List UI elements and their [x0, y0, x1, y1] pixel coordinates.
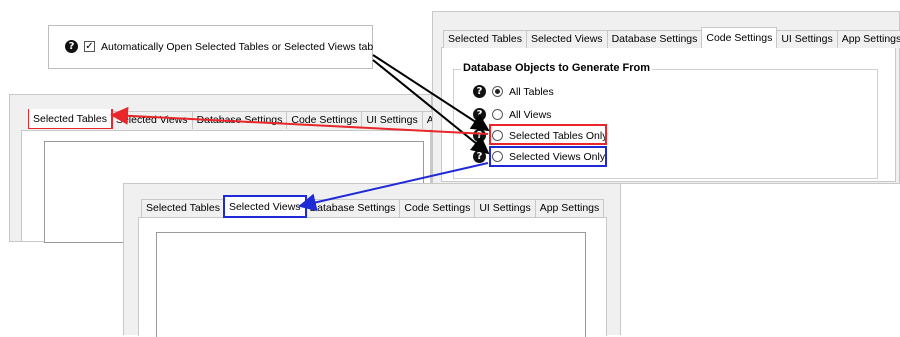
option-label: All Views: [509, 108, 552, 121]
tab-ui-settings[interactable]: UI Settings: [361, 111, 423, 129]
selected-views-body: [138, 217, 607, 337]
help-icon[interactable]: ?: [473, 150, 486, 163]
auto-open-checkbox[interactable]: ✓: [84, 41, 95, 52]
selected-views-panel: Selected Tables Selected Views Database …: [123, 183, 621, 337]
tab-ui-settings[interactable]: UI Settings: [776, 30, 838, 48]
tab-app-settings[interactable]: App: [421, 111, 432, 129]
tab-selected-views[interactable]: Selected Views: [222, 195, 307, 218]
auto-open-label: Automatically Open Selected Tables or Se…: [101, 40, 374, 53]
tab-app-settings[interactable]: App Settings: [534, 199, 605, 217]
highlight-selected-views-only: [489, 146, 607, 167]
code-settings-panel: Selected Tables Selected Views Database …: [432, 11, 900, 184]
radio-all-tables[interactable]: [492, 86, 503, 97]
selected-views-list[interactable]: [156, 232, 586, 337]
tab-selected-tables[interactable]: Selected Tables: [443, 30, 527, 48]
tab-database-settings[interactable]: Database Settings: [606, 30, 703, 48]
tab-selected-views[interactable]: Selected Views: [525, 30, 608, 48]
help-icon[interactable]: ?: [473, 85, 486, 98]
help-icon[interactable]: ?: [473, 129, 486, 142]
tab-ui-settings[interactable]: UI Settings: [474, 199, 536, 217]
radio-all-views[interactable]: [492, 109, 503, 120]
help-icon[interactable]: ?: [65, 40, 78, 53]
selected-tables-tabstrip: Selected Tables Selected Views Database …: [28, 109, 432, 129]
code-settings-tabstrip: Selected Tables Selected Views Database …: [443, 27, 900, 48]
tab-selected-views[interactable]: Selected Views: [110, 111, 193, 129]
tab-code-settings[interactable]: Code Settings: [286, 111, 363, 129]
callout-box: ? ✓ Automatically Open Selected Tables o…: [48, 25, 373, 69]
option-all-tables[interactable]: ? All Tables: [473, 85, 554, 98]
tab-database-settings[interactable]: Database Settings: [304, 199, 401, 217]
tab-app-settings[interactable]: App Settings: [836, 30, 900, 48]
option-all-views[interactable]: ? All Views: [473, 108, 551, 121]
tab-code-settings[interactable]: Code Settings: [399, 199, 476, 217]
tab-selected-tables[interactable]: Selected Tables: [141, 199, 225, 217]
option-label: All Tables: [509, 85, 554, 98]
help-icon[interactable]: ?: [473, 108, 486, 121]
highlight-selected-tables-only: [489, 124, 607, 145]
auto-open-row: ? ✓ Automatically Open Selected Tables o…: [65, 40, 373, 53]
database-objects-title: Database Objects to Generate From: [461, 62, 653, 74]
tab-selected-tables[interactable]: Selected Tables: [28, 109, 113, 129]
selected-views-tabstrip: Selected Tables Selected Views Database …: [141, 195, 605, 218]
tab-database-settings[interactable]: Database Settings: [191, 111, 288, 129]
tab-code-settings[interactable]: Code Settings: [701, 27, 778, 48]
